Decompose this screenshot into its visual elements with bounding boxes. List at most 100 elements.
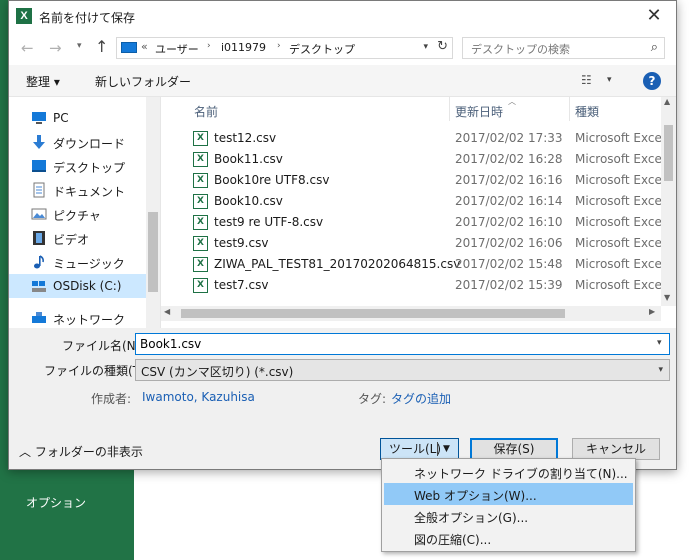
network-icon xyxy=(32,312,46,323)
nav-item-videos[interactable]: ビデオ xyxy=(9,226,146,250)
breadcrumb-users[interactable]: ユーザー xyxy=(155,41,199,57)
file-row[interactable]: X test7.csv 2017/02/02 15:39 Microsoft E… xyxy=(161,275,676,296)
address-bar[interactable]: « ユーザー › i011979 › デスクトップ ▾ ↻ xyxy=(116,37,453,59)
tools-divider xyxy=(437,442,438,456)
column-header-date[interactable]: 更新日時 xyxy=(455,103,503,120)
nav-item-pictures[interactable]: ピクチャ xyxy=(9,202,146,226)
chevron-down-icon[interactable]: ▾ xyxy=(607,75,612,85)
file-row[interactable]: X Book10.csv 2017/02/02 16:14 Microsoft … xyxy=(161,191,676,212)
column-header-type[interactable]: 種類 xyxy=(575,103,599,120)
nav-item-osdisk[interactable]: OSDisk (C:) xyxy=(9,274,146,298)
scroll-left-icon[interactable]: ◀ xyxy=(164,307,170,316)
nav-item-pc[interactable]: PC xyxy=(9,106,146,130)
pc-icon xyxy=(32,112,46,124)
save-button[interactable]: 保存(S) xyxy=(470,438,558,460)
nav-item-desktop[interactable]: デスクトップ xyxy=(9,154,146,178)
search-icon[interactable]: ⌕ xyxy=(651,40,658,55)
cancel-button[interactable]: キャンセル xyxy=(572,438,660,460)
file-list: 名前 ︿ 更新日時 種類 X test12.csv 2017/02/02 17:… xyxy=(160,97,676,328)
scroll-down-icon[interactable]: ▼ xyxy=(664,293,670,302)
column-header-name[interactable]: 名前 xyxy=(194,103,218,120)
excel-file-icon: X xyxy=(193,131,208,146)
file-name: test12.csv xyxy=(214,131,277,145)
nav-item-label: ピクチャ xyxy=(53,209,101,223)
up-arrow-icon[interactable]: ↑ xyxy=(95,37,108,56)
menu-item-label: 全般オプション(G)... xyxy=(414,511,529,525)
nav-scrollbar-thumb[interactable] xyxy=(148,212,158,292)
nav-item-documents[interactable]: ドキュメント xyxy=(9,178,146,202)
file-row[interactable]: X Book11.csv 2017/02/02 16:28 Microsoft … xyxy=(161,149,676,170)
disk-icon xyxy=(32,281,46,292)
file-name: test7.csv xyxy=(214,278,269,292)
file-row[interactable]: X test12.csv 2017/02/02 17:33 Microsoft … xyxy=(161,128,676,149)
file-date: 2017/02/02 15:48 xyxy=(455,257,563,271)
filetype-select[interactable]: CSV (カンマ区切り) (*.csv) ▾ xyxy=(135,359,670,381)
file-name: Book10.csv xyxy=(214,194,283,208)
file-row[interactable]: X test9 re UTF-8.csv 2017/02/02 16:10 Mi… xyxy=(161,212,676,233)
address-overflow-icon[interactable]: « xyxy=(141,40,148,53)
refresh-icon[interactable]: ↻ xyxy=(437,39,448,54)
author-value[interactable]: Iwamoto, Kazuhisa xyxy=(142,390,255,404)
excel-app-icon: X xyxy=(16,8,32,24)
dialog-title: 名前を付けて保存 xyxy=(39,11,136,25)
chevron-right-icon[interactable]: › xyxy=(277,41,281,51)
nav-item-network[interactable]: ネットワーク xyxy=(9,306,146,328)
filetype-value: CSV (カンマ区切り) (*.csv) xyxy=(141,365,294,379)
pc-icon xyxy=(121,42,137,53)
view-options-icon[interactable]: ☷ xyxy=(581,73,592,87)
menu-item-label: Web オプション(W)... xyxy=(414,489,537,503)
tools-label: ツール(L) xyxy=(389,442,442,456)
tags-value[interactable]: タグの追加 xyxy=(391,390,451,407)
back-arrow-icon[interactable]: ← xyxy=(21,39,34,57)
file-row[interactable]: X test9.csv 2017/02/02 16:06 Microsoft E… xyxy=(161,233,676,254)
chevron-down-icon[interactable]: ▾ xyxy=(658,365,663,375)
nav-item-downloads[interactable]: ダウンロード xyxy=(9,130,146,154)
nav-item-label: ダウンロード xyxy=(53,137,126,151)
nav-item-label: ビデオ xyxy=(53,233,90,247)
menu-item-web-options[interactable]: Web オプション(W)... xyxy=(384,483,633,505)
new-folder-button[interactable]: 新しいフォルダー xyxy=(95,73,191,90)
recent-locations-icon[interactable]: ▾ xyxy=(77,41,82,51)
download-icon xyxy=(33,135,45,149)
scroll-right-icon[interactable]: ▶ xyxy=(649,307,655,316)
nav-item-music[interactable]: ミュージック xyxy=(9,250,146,274)
nav-item-label: ミュージック xyxy=(53,257,125,271)
file-list-horizontal-scrollbar-thumb[interactable] xyxy=(181,309,565,318)
breadcrumb-desktop[interactable]: デスクトップ xyxy=(289,41,355,57)
file-date: 2017/02/02 16:28 xyxy=(455,152,563,166)
options-menu-item[interactable]: オプション xyxy=(26,494,86,511)
file-row[interactable]: X ZIWA_PAL_TEST81_20170202064815.csv 201… xyxy=(161,254,676,275)
author-label: 作成者: xyxy=(91,392,132,406)
music-icon xyxy=(34,255,44,269)
forward-arrow-icon[interactable]: → xyxy=(49,39,62,57)
file-name: test9.csv xyxy=(214,236,269,250)
menu-item-map-network-drive[interactable]: ネットワーク ドライブの割り当て(N)... xyxy=(384,461,633,483)
filename-label: ファイル名(N): xyxy=(62,339,145,353)
search-input[interactable]: デスクトップの検索 ⌕ xyxy=(462,37,665,59)
menu-item-general-options[interactable]: 全般オプション(G)... xyxy=(384,505,633,527)
organize-button[interactable]: 整理 ▾ xyxy=(26,73,60,90)
column-divider[interactable] xyxy=(569,97,570,121)
chevron-down-icon[interactable]: ▾ xyxy=(657,338,662,348)
file-row[interactable]: X Book10re UTF8.csv 2017/02/02 16:16 Mic… xyxy=(161,170,676,191)
nav-item-label: ドキュメント xyxy=(53,185,126,199)
scroll-up-icon[interactable]: ▲ xyxy=(664,97,670,106)
tools-button[interactable]: ツール(L) ▼ xyxy=(380,438,459,460)
command-bar: 整理 ▾ 新しいフォルダー ☷ ▾ ? xyxy=(9,65,676,97)
excel-file-icon: X xyxy=(193,236,208,251)
chevron-right-icon[interactable]: › xyxy=(207,41,211,51)
document-icon xyxy=(33,182,45,198)
chevron-down-icon[interactable]: ▾ xyxy=(423,42,428,52)
file-list-vertical-scrollbar-thumb[interactable] xyxy=(664,125,673,181)
filename-input[interactable] xyxy=(135,333,670,355)
close-button[interactable]: ✕ xyxy=(632,1,676,31)
menu-item-compress-pictures[interactable]: 図の圧縮(C)... xyxy=(384,527,633,549)
nav-item-label: OSDisk (C:) xyxy=(53,279,122,293)
help-icon[interactable]: ? xyxy=(643,72,661,90)
chevron-up-icon: ︿ xyxy=(19,445,32,459)
breadcrumb-user-folder[interactable]: i011979 xyxy=(221,41,266,54)
hide-folders-button[interactable]: ︿ フォルダーの非表示 xyxy=(19,443,143,460)
sort-ascending-icon: ︿ xyxy=(508,97,516,106)
chevron-down-icon: ▼ xyxy=(443,444,450,454)
column-divider[interactable] xyxy=(449,97,450,121)
